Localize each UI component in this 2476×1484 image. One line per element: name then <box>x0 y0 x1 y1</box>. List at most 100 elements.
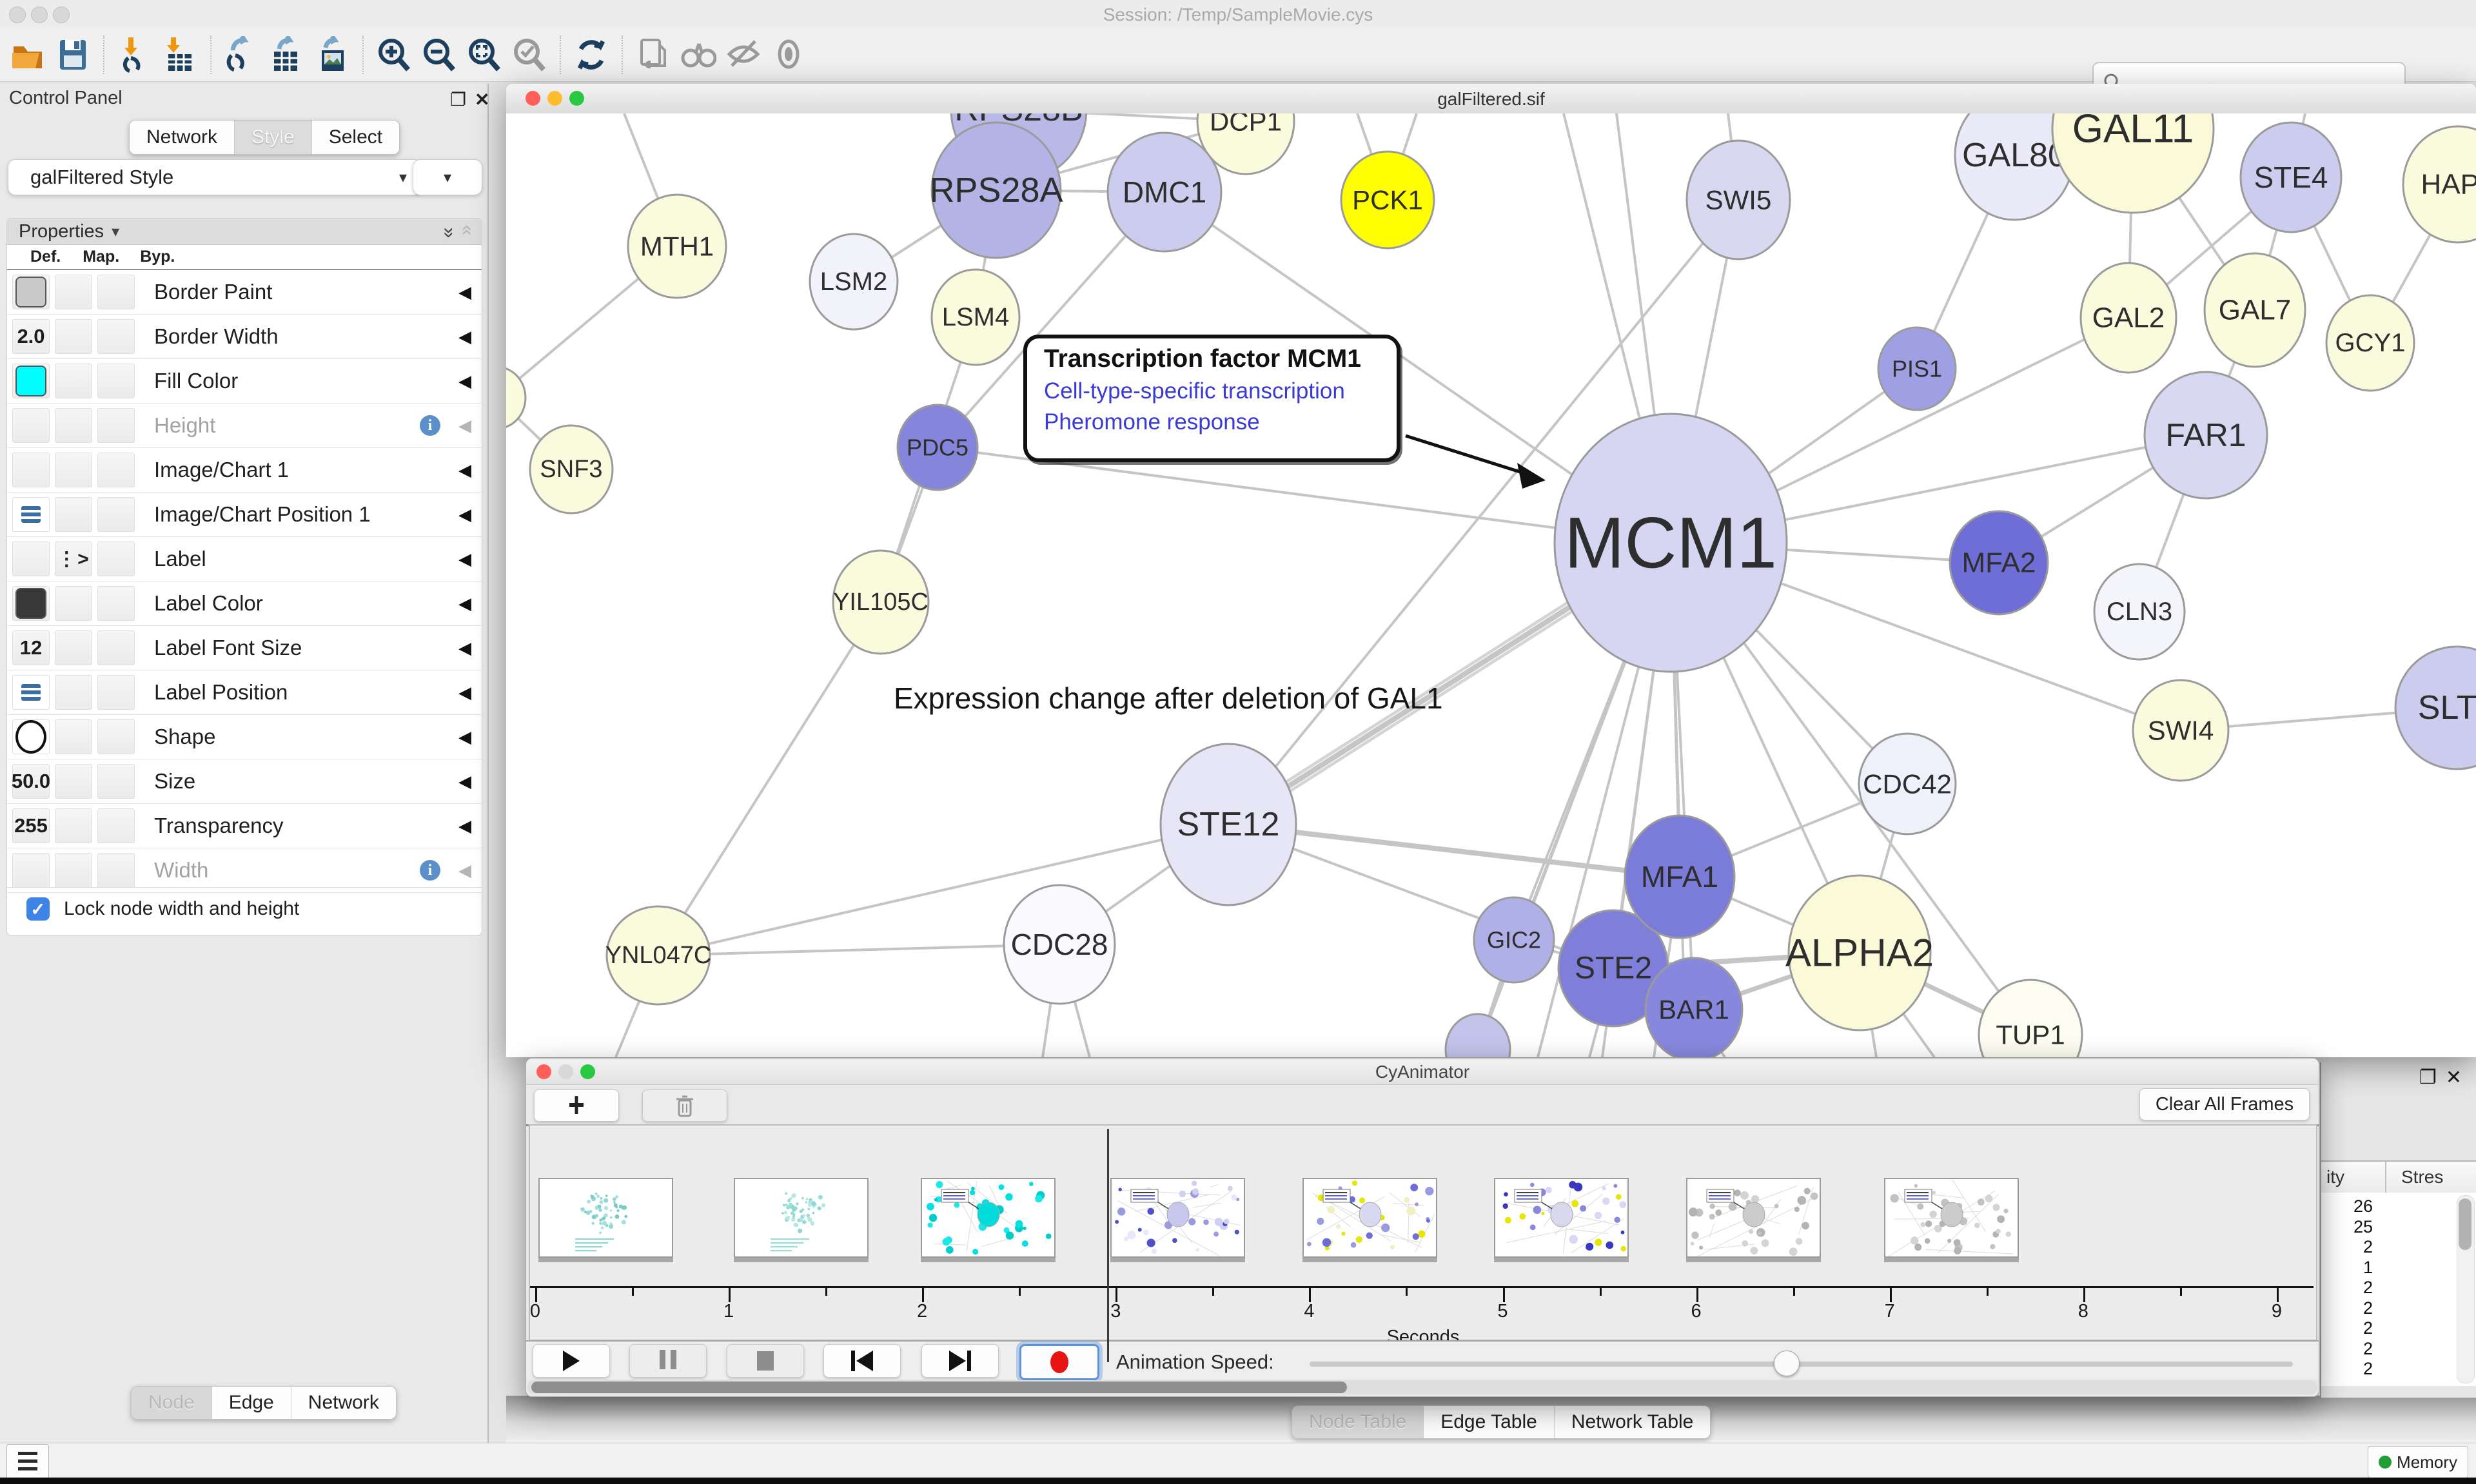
info-icon[interactable]: i <box>420 415 440 436</box>
property-def-cell[interactable]: 12 <box>12 630 50 665</box>
network-node-FAR1[interactable]: FAR1 <box>2145 372 2267 498</box>
lock-node-size-checkbox[interactable]: ✓ <box>26 897 50 921</box>
network-node-YNL047C[interactable]: YNL047C <box>605 906 712 1004</box>
network-node-MFA1[interactable]: MFA1 <box>1625 815 1734 938</box>
property-def-cell[interactable] <box>12 586 50 621</box>
property-row[interactable]: Fill Color◀ <box>7 359 482 404</box>
property-row[interactable]: 255Transparency◀ <box>7 804 482 848</box>
network-node-unlabeled[interactable] <box>1446 1014 1510 1057</box>
property-byp-cell[interactable] <box>97 275 135 309</box>
property-map-cell[interactable] <box>55 675 92 710</box>
import-network-icon[interactable] <box>116 36 153 73</box>
tab-network[interactable]: Network <box>130 121 235 154</box>
property-map-cell[interactable] <box>55 319 92 354</box>
export-image-icon[interactable] <box>313 36 351 73</box>
table-cell-value[interactable]: 2 <box>2321 1278 2373 1298</box>
tab-network-table[interactable]: Network Table <box>1555 1406 1711 1438</box>
expand-property-icon[interactable]: ◀ <box>458 460 471 480</box>
zoom-fit-icon[interactable] <box>466 36 503 73</box>
property-row[interactable]: Label Position◀ <box>7 670 482 715</box>
clear-all-frames-button[interactable]: Clear All Frames <box>2139 1088 2310 1120</box>
expand-property-icon[interactable]: ◀ <box>458 861 471 881</box>
property-row[interactable]: ⋮>Label◀ <box>7 537 482 581</box>
network-node-PCK1[interactable]: PCK1 <box>1341 151 1434 248</box>
property-byp-cell[interactable] <box>97 853 135 888</box>
network-node-LSM4[interactable]: LSM4 <box>932 269 1019 365</box>
network-edge[interactable] <box>658 944 1059 955</box>
network-node-DMC1[interactable]: DMC1 <box>1108 133 1221 251</box>
expand-property-icon[interactable]: ◀ <box>458 549 471 569</box>
network-annotation[interactable]: Transcription factor MCM1 Cell-type-spec… <box>1023 335 1400 462</box>
expand-property-icon[interactable]: ◀ <box>458 683 471 703</box>
table-cell-value[interactable]: 1 <box>2321 1258 2373 1278</box>
expand-property-icon[interactable]: ◀ <box>458 816 471 836</box>
property-byp-cell[interactable] <box>97 364 135 398</box>
memory-button[interactable]: Memory <box>2368 1446 2468 1478</box>
skip-end-button[interactable] <box>921 1344 999 1378</box>
network-node-BAR1[interactable]: BAR1 <box>1646 958 1742 1057</box>
property-def-cell[interactable]: 50.0 <box>12 764 50 799</box>
property-row[interactable]: 50.0Size◀ <box>7 759 482 804</box>
frame-thumbnail-7[interactable] <box>1686 1178 1821 1258</box>
column-stress[interactable]: Stres <box>2401 1167 2443 1187</box>
frame-thumbnail-8[interactable] <box>1884 1178 2019 1258</box>
refresh-view-icon[interactable] <box>573 36 610 73</box>
network-node-ALPHA2[interactable]: ALPHA2 <box>1785 875 1934 1030</box>
expand-property-icon[interactable]: ◀ <box>458 638 471 658</box>
property-def-cell[interactable] <box>12 542 50 576</box>
network-node-YIL105C[interactable]: YIL105C <box>833 551 928 654</box>
property-byp-cell[interactable] <box>97 764 135 799</box>
tab-edge[interactable]: Edge <box>212 1387 291 1419</box>
property-byp-cell[interactable] <box>97 542 135 576</box>
tab-edge-table[interactable]: Edge Table <box>1424 1406 1555 1438</box>
tab-select[interactable]: Select <box>312 121 399 154</box>
properties-header[interactable]: Properties ▾ » » <box>7 219 482 245</box>
annotation-link-2[interactable]: Pheromone response <box>1044 409 1397 435</box>
delete-frame-button[interactable] <box>642 1089 727 1122</box>
property-row[interactable]: Widthi◀ <box>7 848 482 893</box>
network-node-GAL2[interactable]: GAL2 <box>2081 263 2176 373</box>
expand-property-icon[interactable]: ◀ <box>458 416 471 436</box>
property-byp-cell[interactable] <box>97 719 135 754</box>
frame-thumbnail-6[interactable] <box>1494 1178 1629 1258</box>
tab-node-table[interactable]: Node Table <box>1292 1406 1424 1438</box>
frame-thumbnail-4[interactable] <box>1110 1178 1245 1258</box>
property-def-cell[interactable]: 255 <box>12 808 50 843</box>
expand-property-icon[interactable]: ◀ <box>458 727 471 747</box>
frame-thumbnail-3[interactable] <box>921 1178 1056 1258</box>
close-panel-icon[interactable]: ✕ <box>475 89 489 110</box>
column-divider[interactable] <box>2385 1162 2386 1193</box>
network-node-GAL11[interactable]: GAL11 <box>2052 113 2214 213</box>
property-map-cell[interactable]: ⋮> <box>55 542 92 576</box>
animation-speed-slider[interactable] <box>1310 1362 2293 1367</box>
property-byp-cell[interactable] <box>97 453 135 487</box>
timeline-playhead[interactable] <box>1107 1129 1109 1362</box>
frame-thumbnail-1[interactable] <box>538 1178 673 1258</box>
property-byp-cell[interactable] <box>97 675 135 710</box>
expand-property-icon[interactable]: ◀ <box>458 594 471 614</box>
expand-property-icon[interactable]: ◀ <box>458 371 471 391</box>
network-node-TUP1[interactable]: TUP1 <box>1979 980 2082 1057</box>
network-caption[interactable]: Expression change after deletion of GAL1 <box>894 681 1443 716</box>
frame-thumbnail-2[interactable] <box>734 1178 869 1258</box>
network-node-GAL7[interactable]: GAL7 <box>2205 253 2305 367</box>
network-node-CLN3[interactable]: CLN3 <box>2094 564 2185 659</box>
property-byp-cell[interactable] <box>97 408 135 443</box>
table-cell-value[interactable]: 2 <box>2321 1339 2373 1359</box>
network-node-MFA2[interactable]: MFA2 <box>1950 511 2048 614</box>
network-node-PDC5[interactable]: PDC5 <box>898 405 978 490</box>
network-node-MTH1[interactable]: MTH1 <box>628 195 726 298</box>
table-cell-value[interactable]: 2 <box>2321 1237 2373 1257</box>
property-map-cell[interactable] <box>55 408 92 443</box>
save-session-icon[interactable] <box>54 36 92 73</box>
collapse-all-icon[interactable]: » <box>455 228 477 236</box>
property-byp-cell[interactable] <box>97 497 135 532</box>
property-def-cell[interactable] <box>12 453 50 487</box>
table-cell-value[interactable]: 26 <box>2321 1196 2373 1216</box>
network-node-STE4[interactable]: STE4 <box>2241 122 2341 232</box>
network-node-STE12[interactable]: STE12 <box>1161 744 1296 905</box>
status-list-button[interactable] <box>6 1444 49 1481</box>
network-node-CDC28[interactable]: CDC28 <box>1004 885 1115 1004</box>
property-row[interactable]: Label Color◀ <box>7 581 482 626</box>
network-node-MCM1[interactable]: MCM1 <box>1555 414 1787 672</box>
